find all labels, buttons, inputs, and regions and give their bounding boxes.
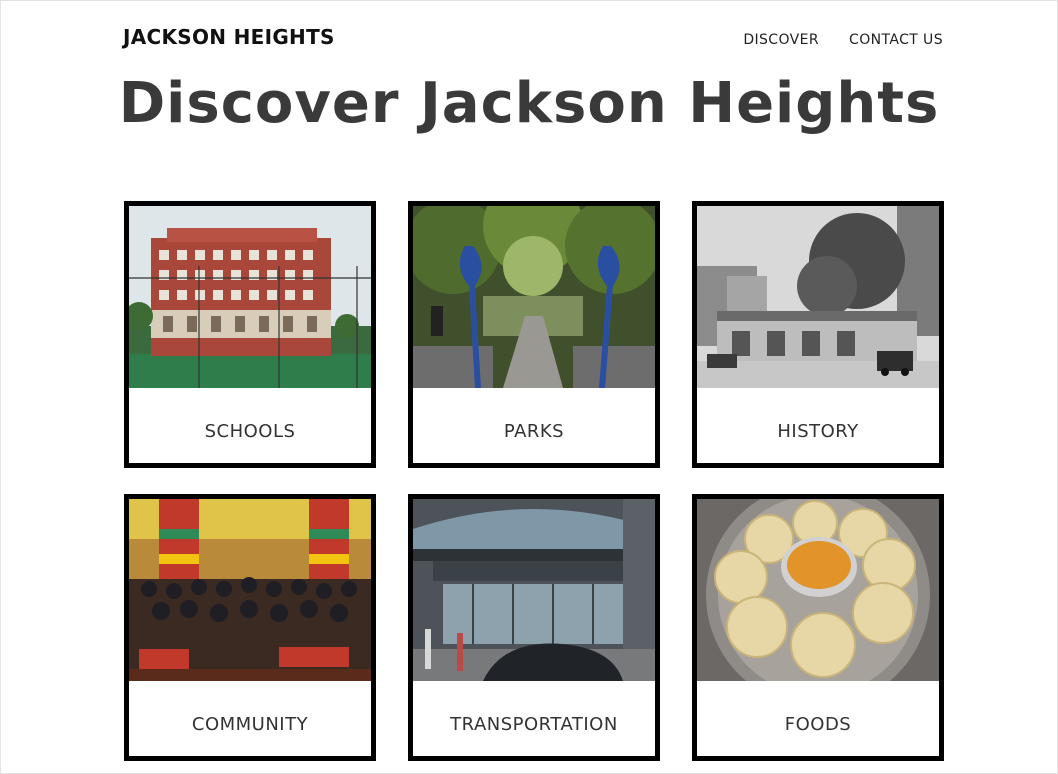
card-foods[interactable]: FOODS xyxy=(692,494,944,761)
school-building-photo xyxy=(129,206,371,388)
main-nav: DISCOVER CONTACT US xyxy=(743,32,943,48)
community-gathering-photo xyxy=(129,499,371,681)
nav-discover-link[interactable]: DISCOVER xyxy=(743,32,819,48)
site-header: JACKSON HEIGHTS DISCOVER CONTACT US xyxy=(123,25,943,57)
card-label: HISTORY xyxy=(777,421,859,442)
site-brand[interactable]: JACKSON HEIGHTS xyxy=(123,25,335,49)
card-community[interactable]: COMMUNITY xyxy=(124,494,376,761)
momo-dumplings-photo xyxy=(697,499,939,681)
subway-station-photo xyxy=(413,499,655,681)
nav-contact-us-link[interactable]: CONTACT US xyxy=(849,32,943,48)
card-parks[interactable]: PARKS xyxy=(408,201,660,468)
card-label: FOODS xyxy=(784,714,852,735)
card-label: COMMUNITY xyxy=(191,714,309,735)
card-transportation[interactable]: TRANSPORTATION xyxy=(408,494,660,761)
park-gate-photo xyxy=(413,206,655,388)
card-label: TRANSPORTATION xyxy=(450,714,618,735)
historic-street-photo xyxy=(697,206,939,388)
card-label: SCHOOLS xyxy=(204,421,296,442)
card-label: PARKS xyxy=(503,421,565,442)
page-title: Discover Jackson Heights xyxy=(118,71,940,136)
card-history[interactable]: HISTORY xyxy=(692,201,944,468)
card-schools[interactable]: SCHOOLS xyxy=(124,201,376,468)
